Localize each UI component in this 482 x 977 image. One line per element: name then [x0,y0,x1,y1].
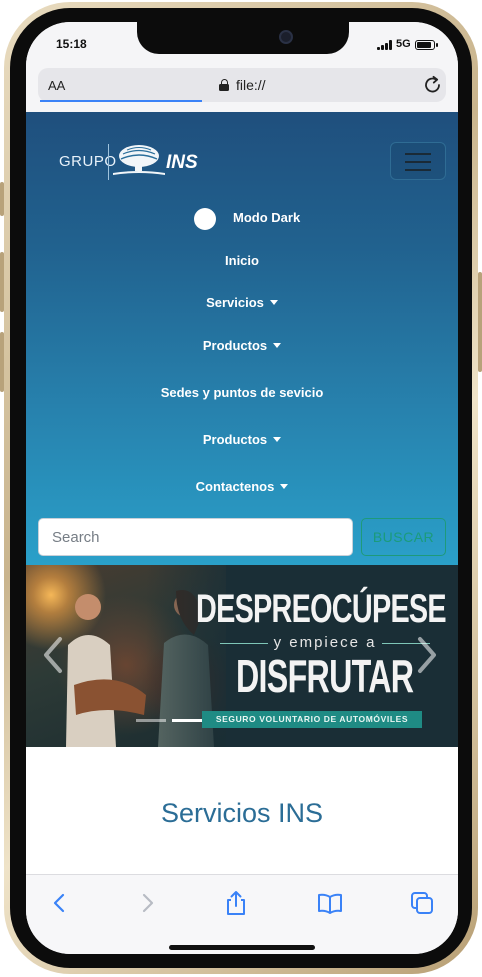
battery-level [417,42,431,48]
screen: 15:18 5G AA file:// GRUPO INS Modo Dark … [26,22,458,954]
nav-item-servicios[interactable]: Servicios [26,295,458,310]
forward-icon[interactable] [133,889,161,917]
nav-item-contactenos[interactable]: Contactenos [26,479,458,494]
url-text[interactable]: file:// [236,77,266,93]
nav-item-sedes[interactable]: Sedes y puntos de sevicio [26,385,458,400]
banner-headline: DESPREOCÚPESE [196,587,447,631]
notch [137,22,349,54]
dark-mode-label: Modo Dark [233,210,301,225]
carousel-indicator-2[interactable] [172,719,202,722]
site-header: GRUPO INS Modo Dark Inicio Servicios Pro… [26,112,458,565]
nav-item-inicio[interactable]: Inicio [26,253,458,268]
nav-item-label: Contactenos [195,479,275,494]
network-label: 5G [396,38,411,50]
grupo-ins-logo[interactable]: GRUPO INS [59,142,209,182]
nav-item-label: Productos [202,432,268,447]
address-progress [40,100,202,102]
status-bar: 15:18 5G [26,22,458,68]
browser-toolbar [26,874,458,954]
volume-down-button [0,332,4,392]
address-bar[interactable]: AA file:// [38,68,446,102]
caret-down-icon [273,437,282,442]
back-icon[interactable] [46,889,74,917]
caret-down-icon [280,484,289,489]
logo-ins-text: INS [166,152,198,173]
tree-logo-icon [113,145,165,175]
banner-tag: SEGURO VOLUNTARIO DE AUTOMÓVILES [202,711,422,728]
battery-icon [415,40,438,50]
logo-divider [108,144,109,180]
carousel-next-icon[interactable] [410,633,442,677]
nav-item-label: Servicios [206,295,264,310]
reload-icon[interactable] [422,74,444,96]
search-button[interactable]: BUSCAR [361,518,446,556]
tabs-icon[interactable] [408,889,436,917]
carousel-indicator-1[interactable] [136,719,166,722]
status-time: 15:18 [56,37,87,51]
section-title: Servicios INS [160,798,324,828]
menu-toggle-button[interactable] [390,142,446,180]
silent-switch [0,182,4,216]
nav-item-productos[interactable]: Productos [26,338,458,353]
text-size-button[interactable]: AA [48,78,65,93]
search-input[interactable] [38,518,353,556]
nav-item-label: Sedes y puntos de sevicio [160,385,324,400]
banner-headline-2: DISFRUTAR [236,650,414,702]
signal-icon [377,40,393,50]
share-icon[interactable] [222,889,250,917]
volume-up-button [0,252,4,312]
front-camera [279,30,293,44]
nav-item-productos-2[interactable]: Productos [26,432,458,447]
home-indicator [169,945,315,950]
caret-down-icon [269,300,278,305]
carousel-prev-icon[interactable] [38,633,70,677]
lock-icon [219,79,229,91]
nav-item-label: Inicio [225,253,259,268]
browser-address-area: AA file:// [26,68,458,112]
hero-carousel[interactable]: DESPREOCÚPESE y empiece a DISFRUTAR SEGU… [26,565,458,747]
dark-mode-toggle[interactable] [194,208,216,230]
caret-down-icon [273,343,282,348]
bookmarks-icon[interactable] [316,889,344,917]
power-button [478,272,482,372]
nav-item-label: Productos [202,338,268,353]
